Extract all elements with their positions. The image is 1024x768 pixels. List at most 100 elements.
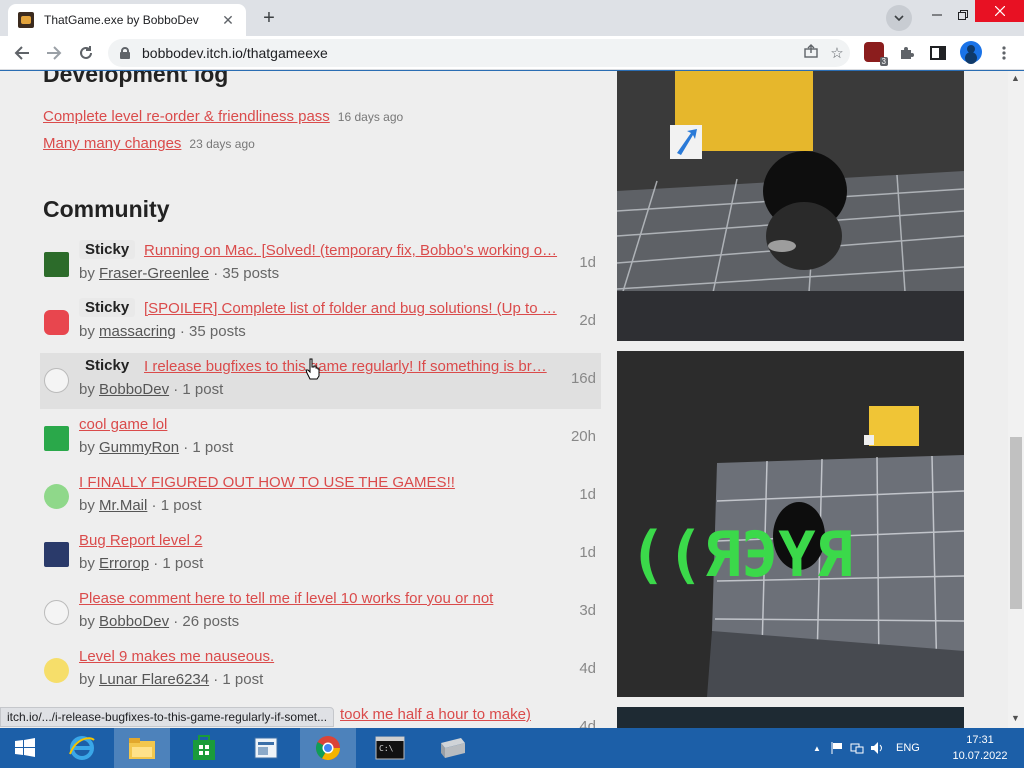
topic-author-link[interactable]: Lunar Flare6234 xyxy=(99,671,209,688)
topic-row: cool game lol by GummyRon · 1 post 20h xyxy=(40,411,601,467)
web-page: Development log Complete level re-order … xyxy=(0,71,1024,728)
store-taskbar-icon[interactable] xyxy=(176,728,232,768)
topic-row: Level 9 makes me nauseous. by Lunar Flar… xyxy=(40,643,601,699)
topic-author-link[interactable]: BobboDev xyxy=(99,381,169,398)
topic-meta: by Fraser-Greenlee · 35 posts xyxy=(79,265,280,282)
game-screenshot[interactable] xyxy=(617,707,964,728)
svg-text:C:\: C:\ xyxy=(379,744,394,753)
close-tab-icon[interactable]: ✕ xyxy=(220,12,236,29)
extension-shield-icon[interactable]: 3 xyxy=(864,42,888,66)
sticky-badge: Sticky xyxy=(79,240,136,259)
tab-search-button[interactable] xyxy=(886,5,912,31)
hand-cursor-icon xyxy=(305,358,320,380)
close-window-button[interactable] xyxy=(975,0,1024,22)
topic-age: 1d xyxy=(579,544,596,561)
lock-icon[interactable] xyxy=(120,47,130,59)
devlog-item: Complete level re-order & friendliness p… xyxy=(43,108,403,125)
user-avatar[interactable] xyxy=(44,310,69,335)
input-language[interactable]: ENG xyxy=(896,742,920,754)
topic-title-link[interactable]: cool game lol xyxy=(79,416,539,433)
topic-author-link[interactable]: Fraser-Greenlee xyxy=(99,265,209,282)
command-prompt-taskbar-icon[interactable]: C:\ xyxy=(362,728,418,768)
windows-logo-icon xyxy=(15,738,35,757)
page-scrollbar[interactable]: ▲ ▼ xyxy=(1008,71,1024,728)
topic-title-link[interactable]: I release bugfixes to this game regularl… xyxy=(144,358,560,375)
user-avatar[interactable] xyxy=(44,252,69,277)
network-icon[interactable] xyxy=(850,741,864,755)
topic-title-link[interactable]: Bug Report level 2 xyxy=(79,532,539,549)
topic-author-link[interactable]: Errorop xyxy=(99,555,149,572)
url-text[interactable]: bobbodev.itch.io/thatgameexe xyxy=(142,45,798,61)
arrow-right-icon xyxy=(47,46,62,60)
start-button[interactable] xyxy=(0,728,50,768)
topic-row: Bug Report level 2 by Errorop · 1 post 1… xyxy=(40,527,601,583)
topic-author-link[interactable]: massacring xyxy=(99,323,176,340)
topic-meta: by Mr.Mail · 1 post xyxy=(79,497,202,514)
scroll-up-icon[interactable]: ▲ xyxy=(1011,73,1020,83)
topic-title-link[interactable]: Running on Mac. [Solved! (temporary fix,… xyxy=(144,242,570,259)
topic-author-link[interactable]: BobboDev xyxy=(99,613,169,630)
flag-icon[interactable] xyxy=(830,741,844,755)
browser-tab[interactable]: ThatGame.exe by BobboDev ✕ xyxy=(8,4,246,36)
show-hidden-icons[interactable]: ▲ xyxy=(810,744,824,753)
address-bar[interactable]: bobbodev.itch.io/thatgameexe ☆ xyxy=(108,39,850,67)
file-explorer-taskbar-icon[interactable] xyxy=(114,728,170,768)
topic-title-link[interactable]: I FINALLY FIGURED OUT HOW TO USE THE GAM… xyxy=(79,474,539,491)
chrome-taskbar-icon[interactable] xyxy=(300,728,356,768)
sticky-badge: Sticky xyxy=(79,298,136,317)
user-avatar[interactable] xyxy=(44,368,69,393)
side-panel-icon[interactable] xyxy=(924,40,952,66)
topic-age: 3d xyxy=(579,602,596,619)
topic-age: 1d xyxy=(579,254,596,271)
link-status-tooltip: itch.io/.../i-release-bugfixes-to-this-g… xyxy=(0,707,335,727)
network-drive-taskbar-icon[interactable] xyxy=(424,728,480,768)
profile-avatar[interactable] xyxy=(960,41,982,63)
close-icon xyxy=(994,6,1005,16)
devlog-link[interactable]: Complete level re-order & friendliness p… xyxy=(43,108,330,125)
more-menu-icon[interactable] xyxy=(990,40,1018,66)
topic-row: Please comment here to tell me if level … xyxy=(40,585,601,641)
topic-meta: by BobboDev · 1 post xyxy=(79,381,224,398)
topic-age: 1d xyxy=(579,486,596,503)
topic-title-link[interactable]: [SPOILER] Complete list of folder and bu… xyxy=(144,300,570,317)
devlog-date: 23 days ago xyxy=(189,137,255,151)
user-avatar[interactable] xyxy=(44,484,69,509)
topic-meta: by massacring · 35 posts xyxy=(79,323,246,340)
topic-author-link[interactable]: Mr.Mail xyxy=(99,497,147,514)
forward-button[interactable] xyxy=(40,40,68,66)
topic-meta: by BobboDev · 26 posts xyxy=(79,613,240,630)
extensions-puzzle-icon[interactable] xyxy=(893,40,921,66)
topic-title-link[interactable]: Please comment here to tell me if level … xyxy=(79,590,549,607)
user-avatar[interactable] xyxy=(44,426,69,451)
new-tab-button[interactable]: + xyxy=(256,6,282,30)
back-button[interactable] xyxy=(8,40,36,66)
topic-title-link[interactable]: took me half a hour to make) xyxy=(340,706,560,723)
game-screenshot[interactable] xyxy=(617,71,964,341)
share-icon[interactable] xyxy=(798,44,824,62)
internet-explorer-taskbar-icon[interactable] xyxy=(54,728,110,768)
taskbar-clock[interactable]: 17:31 10.07.2022 xyxy=(944,732,1016,764)
game-overlay-text: ((ЯЭYЯ xyxy=(629,518,853,591)
topic-title-link[interactable]: Level 9 makes me nauseous. xyxy=(79,648,539,665)
topic-age: 4d xyxy=(579,718,596,728)
user-avatar[interactable] xyxy=(44,600,69,625)
bookmark-star-icon[interactable]: ☆ xyxy=(824,44,850,62)
topic-meta: by GummyRon · 1 post xyxy=(79,439,234,456)
restore-icon xyxy=(958,10,968,20)
document-taskbar-icon[interactable] xyxy=(238,728,294,768)
game-screenshot[interactable]: ((ЯЭYЯ xyxy=(617,351,964,697)
topic-age: 2d xyxy=(579,312,596,329)
user-avatar[interactable] xyxy=(44,658,69,683)
volume-icon[interactable] xyxy=(870,741,884,755)
devlog-link[interactable]: Many many changes xyxy=(43,135,181,152)
topic-author-link[interactable]: GummyRon xyxy=(99,439,179,456)
reload-button[interactable] xyxy=(72,40,100,66)
itch-favicon-icon xyxy=(18,12,34,28)
community-heading: Community xyxy=(43,196,170,222)
scroll-thumb[interactable] xyxy=(1010,437,1022,609)
user-avatar[interactable] xyxy=(44,542,69,567)
scroll-down-icon[interactable]: ▼ xyxy=(1011,713,1020,723)
browser-toolbar: bobbodev.itch.io/thatgameexe ☆ 3 xyxy=(0,36,1024,70)
clock-date: 10.07.2022 xyxy=(952,750,1008,762)
topic-row: Sticky [SPOILER] Complete list of folder… xyxy=(40,295,601,351)
